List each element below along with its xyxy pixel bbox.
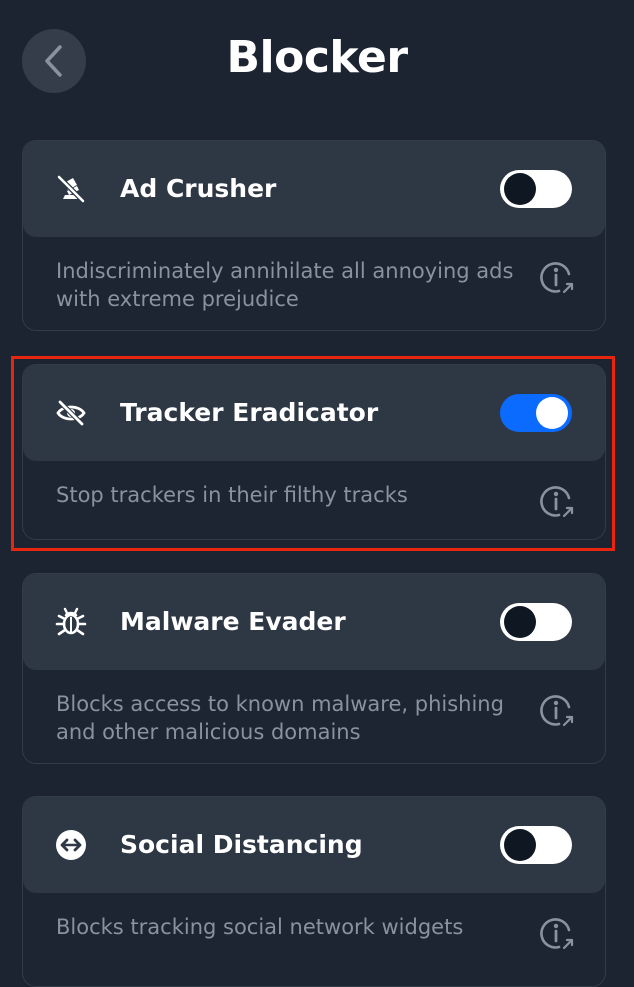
feature-description: Indiscriminately annihilate all annoying… — [56, 259, 514, 311]
feature-description: Blocks tracking social network widgets — [56, 915, 464, 939]
feature-header: Social Distancing — [23, 797, 605, 893]
info-link-icon[interactable] — [539, 916, 575, 952]
feature-header: Tracker Eradicator — [23, 365, 605, 461]
social-arrows-icon — [55, 829, 87, 861]
feature-title: Malware Evader — [120, 607, 346, 636]
toggle-knob — [536, 397, 568, 429]
eye-slash-icon — [55, 397, 87, 429]
feature-header: Malware Evader — [23, 574, 605, 670]
toggle-knob — [504, 173, 536, 205]
toggle-knob — [504, 829, 536, 861]
feature-card-malware-evader: Malware Evader Blocks access to known ma… — [22, 573, 606, 764]
info-link-icon[interactable] — [539, 484, 575, 520]
feature-description: Stop trackers in their filthy tracks — [56, 483, 408, 507]
ad-crusher-toggle[interactable] — [500, 170, 572, 208]
page-title: Blocker — [226, 32, 408, 83]
feature-card-tracker-eradicator: Tracker Eradicator Stop trackers in thei… — [22, 364, 606, 540]
ad-crusher-icon — [55, 173, 87, 205]
info-link-icon[interactable] — [539, 260, 575, 296]
malware-evader-toggle[interactable] — [500, 603, 572, 641]
feature-title: Tracker Eradicator — [120, 398, 379, 427]
feature-card-social-distancing: Social Distancing Blocks tracking social… — [22, 796, 606, 987]
bug-icon — [55, 606, 87, 638]
toggle-knob — [504, 606, 536, 638]
feature-title: Ad Crusher — [120, 174, 277, 203]
feature-header: Ad Crusher — [23, 141, 605, 237]
feature-description: Blocks access to known malware, phishing… — [56, 692, 504, 744]
social-distancing-toggle[interactable] — [500, 826, 572, 864]
tracker-eradicator-toggle[interactable] — [500, 394, 572, 432]
info-link-icon[interactable] — [539, 693, 575, 729]
feature-title: Social Distancing — [120, 830, 363, 859]
feature-card-ad-crusher: Ad Crusher Indiscriminately annihilate a… — [22, 140, 606, 331]
